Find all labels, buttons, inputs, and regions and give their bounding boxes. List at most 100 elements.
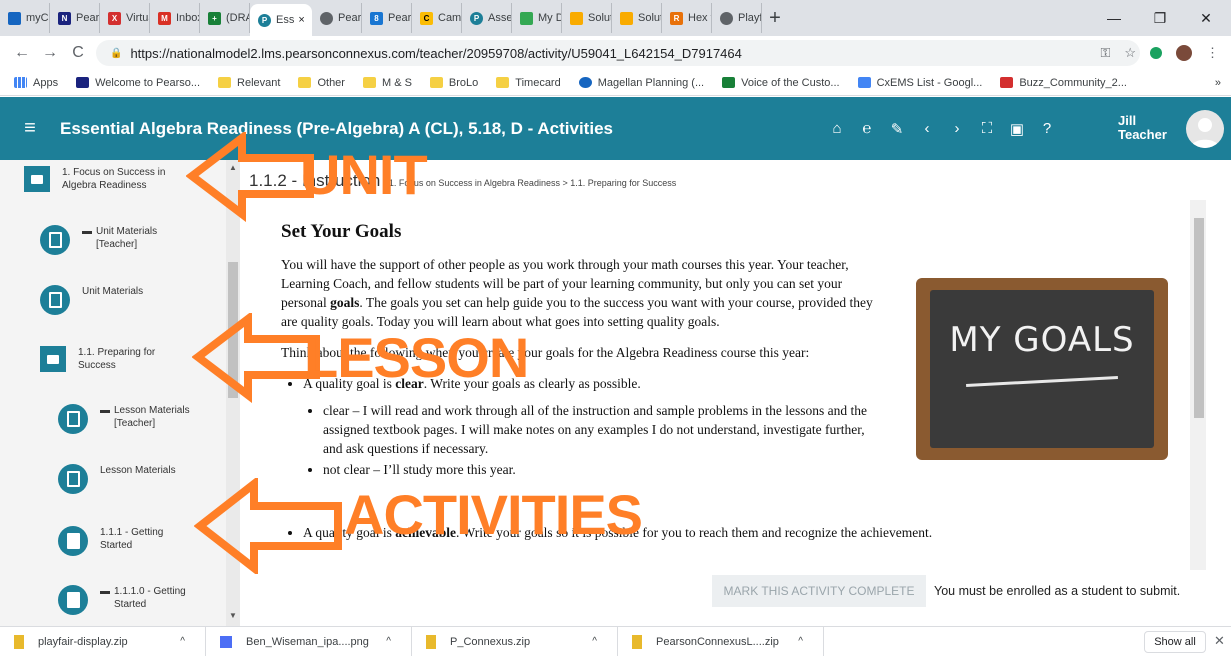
profile-avatar[interactable] bbox=[1176, 45, 1192, 61]
sidebar-item-label: 1.1.1 - Getting Started bbox=[100, 527, 164, 551]
fullscreen-icon[interactable]: ⛶ bbox=[972, 120, 1002, 137]
scroll-down-arrow-icon[interactable]: ▼ bbox=[229, 611, 237, 620]
tab-label: Hex to bbox=[688, 12, 711, 24]
tab-favicon: + bbox=[208, 11, 221, 25]
lock-icon: ▬ bbox=[82, 226, 92, 237]
browser-tab[interactable]: + (DRAF bbox=[200, 3, 250, 33]
star-icon[interactable]: ☆ bbox=[1124, 45, 1136, 61]
chevron-up-icon[interactable]: ^ bbox=[180, 636, 185, 647]
browser-tab[interactable]: Solutic bbox=[562, 3, 612, 33]
bookmark-item[interactable]: CxEMS List - Googl... bbox=[857, 77, 982, 89]
download-filename: Ben_Wiseman_ipa....png bbox=[246, 635, 369, 648]
key-icon[interactable]: ⚿ bbox=[1100, 45, 1110, 61]
tab-favicon bbox=[8, 11, 21, 25]
image-file-icon bbox=[220, 635, 232, 648]
sidebar-item-label: 1. Focus on Success in Algebra Readiness bbox=[62, 167, 166, 191]
sheets-icon bbox=[722, 77, 736, 88]
minimize-button[interactable]: — bbox=[1094, 0, 1134, 36]
bookmark-item[interactable]: Welcome to Pearso... bbox=[76, 77, 200, 89]
browser-tab[interactable]: M Inbox bbox=[150, 3, 200, 33]
browser-tab[interactable]: X Virtual bbox=[100, 3, 150, 33]
home-icon[interactable]: ⌂ bbox=[822, 120, 852, 137]
sidebar-item-lesson-materials-teacher[interactable]: ▬ Lesson Materials [Teacher] bbox=[58, 404, 228, 434]
bookmark-item[interactable]: Voice of the Custo... bbox=[722, 76, 840, 89]
bookmarks-overflow-icon[interactable]: » bbox=[1215, 77, 1221, 89]
tab-close-icon[interactable]: × bbox=[298, 14, 304, 26]
sidebar-item-unit-materials[interactable]: Unit Materials bbox=[40, 285, 220, 315]
forward-button[interactable]: → bbox=[36, 39, 64, 67]
url-text: https://nationalmodel2.lms.pearsonconnex… bbox=[130, 45, 742, 61]
browser-tab[interactable]: Pearso bbox=[312, 3, 362, 33]
chalkboard bbox=[930, 290, 1154, 448]
tab-label: Pearso bbox=[338, 12, 362, 24]
pencil-icon[interactable]: ✎ bbox=[882, 120, 912, 138]
download-item[interactable]: playfair-display.zip ^ bbox=[0, 626, 206, 656]
avatar[interactable] bbox=[1186, 110, 1224, 148]
sidebar-item-label: Lesson Materials bbox=[100, 465, 176, 476]
new-tab-button[interactable]: + bbox=[762, 3, 788, 33]
tab-favicon: M bbox=[158, 11, 171, 25]
content-scroll-thumb[interactable] bbox=[1194, 218, 1204, 418]
browser-menu-icon[interactable]: ⋮ bbox=[1206, 45, 1219, 61]
bookmark-label: M & S bbox=[381, 76, 412, 89]
bookmark-label: Voice of the Custo... bbox=[741, 76, 840, 89]
chevron-left-icon[interactable]: ‹ bbox=[912, 120, 942, 137]
chevron-up-icon[interactable]: ^ bbox=[386, 636, 391, 647]
extension-icon[interactable] bbox=[1150, 47, 1162, 59]
download-item[interactable]: PearsonConnexusL....zip ^ bbox=[618, 626, 824, 656]
browser-tab[interactable]: myClo bbox=[0, 3, 50, 33]
download-filename: P_Connexus.zip bbox=[450, 635, 531, 648]
pdf-icon bbox=[1000, 77, 1014, 88]
show-all-downloads-button[interactable]: Show all bbox=[1144, 631, 1206, 653]
bookmark-item[interactable]: Buzz_Community_2... bbox=[1000, 77, 1127, 89]
chevron-up-icon[interactable]: ^ bbox=[592, 636, 597, 647]
bookmark-folder[interactable]: BroLo bbox=[429, 77, 478, 89]
browser-tab-active[interactable]: P Ess × bbox=[250, 4, 312, 36]
app-header: ≡ Essential Algebra Readiness (Pre-Algeb… bbox=[0, 97, 1231, 160]
restore-button[interactable]: ❐ bbox=[1140, 0, 1180, 36]
zip-file-icon bbox=[632, 634, 642, 649]
tab-favicon bbox=[570, 11, 583, 25]
bookmark-folder[interactable]: M & S bbox=[362, 76, 412, 89]
site-icon bbox=[76, 77, 90, 88]
bookmark-folder[interactable]: Timecard bbox=[496, 77, 561, 89]
browser-tab[interactable]: N Pearso bbox=[50, 3, 100, 33]
user-silhouette-icon bbox=[1191, 118, 1219, 148]
tab-label: Solutic bbox=[638, 12, 661, 24]
clipboard-icon[interactable]: ▣ bbox=[1002, 120, 1032, 138]
url-input[interactable]: 🔒 https://nationalmodel2.lms.pearsonconn… bbox=[96, 40, 1140, 66]
text-run: . The goals you set can help guide you t… bbox=[281, 295, 873, 329]
browser-tab[interactable]: My Dr bbox=[512, 3, 562, 33]
bookmark-apps[interactable]: Apps bbox=[14, 77, 58, 89]
user-first-name: Jill bbox=[1118, 113, 1137, 128]
browser-tab[interactable]: C Camp bbox=[412, 3, 462, 33]
tab-favicon bbox=[620, 11, 633, 25]
reload-button[interactable]: C bbox=[64, 39, 92, 67]
bookmark-folder[interactable]: Other bbox=[298, 77, 345, 89]
support-icon[interactable]: ℮ bbox=[852, 120, 882, 137]
close-window-button[interactable]: ✕ bbox=[1186, 0, 1226, 36]
help-icon[interactable]: ? bbox=[1032, 120, 1062, 137]
sidebar-item-unit-materials-teacher[interactable]: ▬ Unit Materials [Teacher] bbox=[40, 225, 220, 255]
tab-label: myClo bbox=[26, 12, 49, 24]
browser-tab[interactable]: Solutic bbox=[612, 3, 662, 33]
chevron-right-icon[interactable]: › bbox=[942, 120, 972, 137]
bookmark-folder[interactable]: Relevant bbox=[218, 77, 280, 89]
browser-tab[interactable]: P Assets bbox=[462, 3, 512, 33]
browser-tab[interactable]: 8 Pearso bbox=[362, 3, 412, 33]
bookmark-item[interactable]: Magellan Planning (... bbox=[578, 77, 704, 89]
folder-icon bbox=[24, 166, 50, 192]
browser-tab[interactable]: Playfa bbox=[712, 3, 762, 33]
apps-grid-icon bbox=[14, 77, 27, 88]
back-button[interactable]: ← bbox=[8, 39, 36, 67]
user-name[interactable]: Jill Teacher bbox=[1118, 114, 1167, 142]
browser-tab[interactable]: R Hex to bbox=[662, 3, 712, 33]
sidebar-item-activity-1-1-1-0[interactable]: ▬ 1.1.1.0 - Getting Started bbox=[58, 585, 228, 615]
hamburger-menu-icon[interactable]: ≡ bbox=[0, 117, 60, 140]
breadcrumb-path[interactable]: 1. Focus on Success in Algebra Readiness… bbox=[389, 178, 676, 188]
close-download-shelf-icon[interactable]: ✕ bbox=[1214, 633, 1225, 649]
chevron-up-icon[interactable]: ^ bbox=[798, 636, 803, 647]
mark-complete-button[interactable]: MARK THIS ACTIVITY COMPLETE bbox=[712, 575, 926, 607]
download-item[interactable]: P_Connexus.zip ^ bbox=[412, 626, 618, 656]
download-item[interactable]: Ben_Wiseman_ipa....png ^ bbox=[206, 626, 412, 656]
